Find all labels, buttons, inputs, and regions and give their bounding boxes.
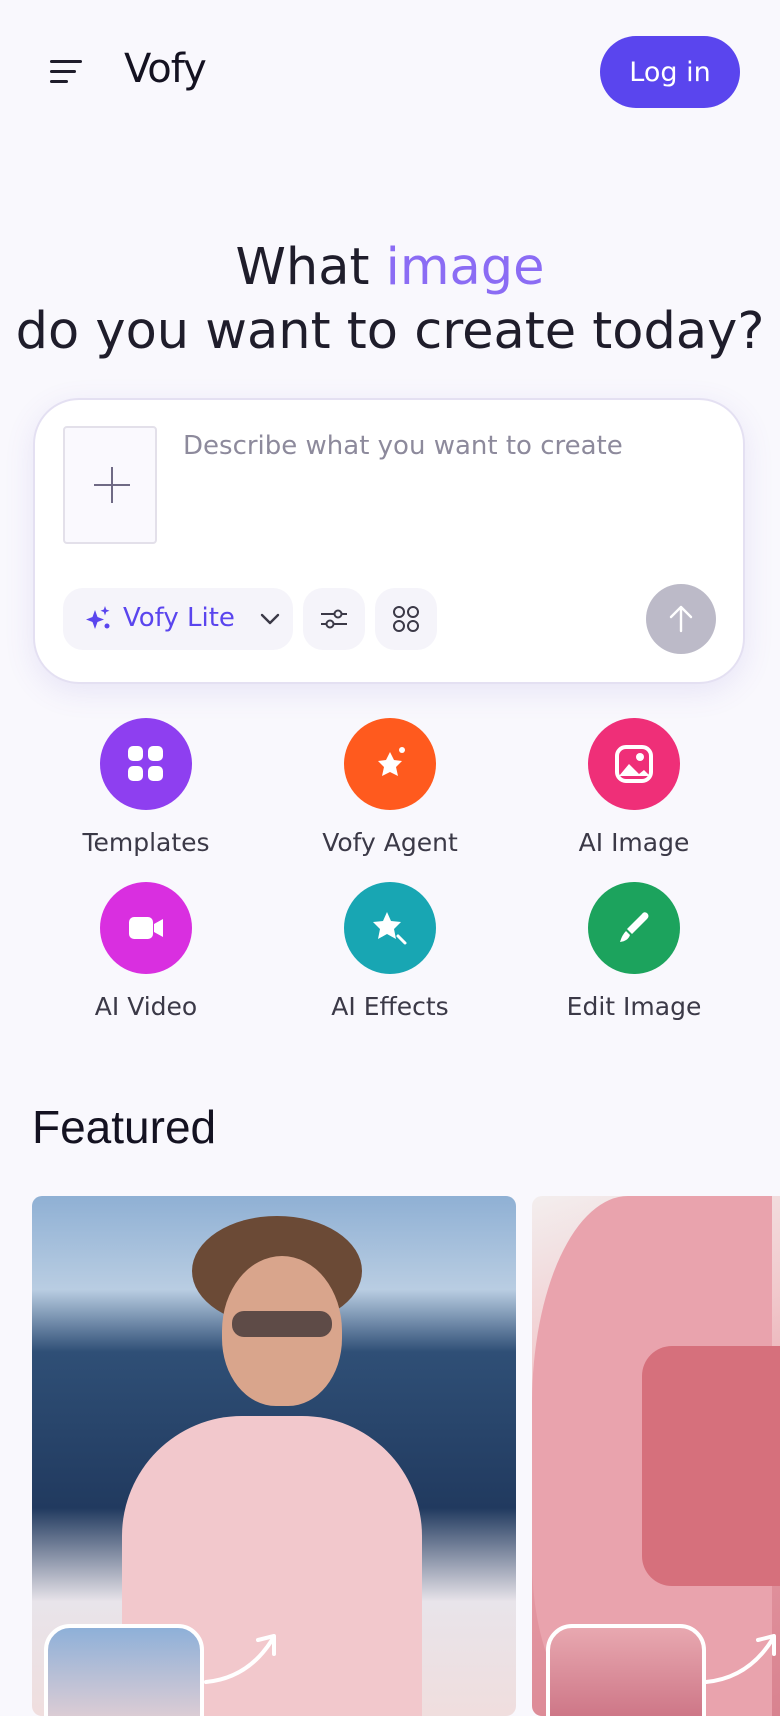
chevron-down-icon (260, 613, 280, 625)
upload-image-button[interactable] (63, 426, 157, 544)
featured-card[interactable] (532, 1196, 780, 1716)
title-pre: What (235, 238, 386, 297)
image-icon (588, 718, 680, 810)
arrow-up-icon (669, 605, 693, 633)
quick-action-templates[interactable]: Templates (36, 718, 256, 857)
sparkle-star-icon (344, 718, 436, 810)
quick-action-edit-image[interactable]: Edit Image (524, 882, 744, 1021)
model-label: Vofy Lite (123, 603, 235, 633)
sliders-icon (321, 609, 347, 629)
app-logo[interactable]: Vofy (124, 46, 207, 92)
quick-action-ai-video[interactable]: AI Video (36, 882, 256, 1021)
source-thumbnail (44, 1624, 204, 1716)
quick-action-label: Edit Image (566, 992, 702, 1021)
featured-heading: Featured (32, 1101, 217, 1153)
quick-action-label: AI Video (94, 992, 198, 1021)
quick-action-label: AI Image (578, 828, 690, 857)
quick-action-ai-image[interactable]: AI Image (524, 718, 744, 857)
image-figure-glasses (232, 1311, 332, 1337)
login-button[interactable]: Log in (600, 36, 740, 108)
top-bar: Vofy Log in (0, 0, 780, 140)
source-thumbnail (546, 1624, 706, 1716)
quick-action-vofy-agent[interactable]: Vofy Agent (280, 718, 500, 857)
featured-card[interactable] (32, 1196, 516, 1716)
quick-action-label: Templates (82, 828, 210, 857)
command-icon (393, 606, 419, 632)
prompt-input[interactable] (181, 430, 705, 462)
video-camera-icon (100, 882, 192, 974)
send-button[interactable] (646, 584, 716, 654)
quick-action-ai-effects[interactable]: AI Effects (280, 882, 500, 1021)
magic-star-icon (344, 882, 436, 974)
brush-icon (588, 882, 680, 974)
quick-action-label: Vofy Agent (322, 828, 458, 857)
title-accent: image (385, 238, 545, 297)
page-title: What image do you want to create today? (0, 236, 780, 364)
menu-icon[interactable] (44, 56, 88, 88)
sparkle-icon (86, 606, 110, 629)
title-post: do you want to create today? (15, 302, 765, 361)
settings-sliders-button[interactable] (303, 588, 365, 650)
quick-action-label: AI Effects (331, 992, 449, 1021)
curved-arrow-icon (704, 1634, 776, 1684)
prompt-card: Vofy Lite (33, 398, 745, 684)
model-select[interactable]: Vofy Lite (63, 588, 293, 650)
plus-icon-vertical (111, 467, 113, 503)
grid-icon (100, 718, 192, 810)
command-button[interactable] (375, 588, 437, 650)
curved-arrow-icon (204, 1634, 276, 1684)
image-figure-top (642, 1346, 780, 1586)
